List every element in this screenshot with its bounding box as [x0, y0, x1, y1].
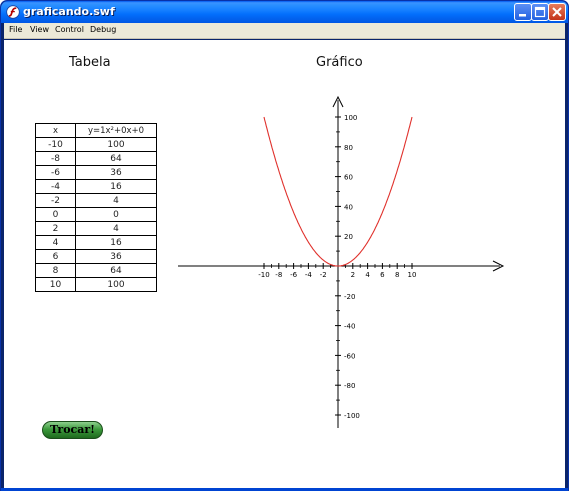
x-tick-label: -10	[258, 271, 269, 279]
x-tick-label: 2	[351, 271, 355, 279]
y-tick-label: -100	[344, 412, 360, 420]
x-tick-label: -2	[320, 271, 327, 279]
x-tick-label: 10	[408, 271, 417, 279]
y-tick-label: 60	[344, 174, 353, 182]
y-tick-label: -60	[344, 352, 355, 360]
y-tick-label: 20	[344, 233, 353, 241]
x-tick-label: -4	[305, 271, 313, 279]
x-tick-label: 8	[395, 271, 399, 279]
y-tick-label: 100	[344, 114, 357, 122]
y-tick-label: 80	[344, 144, 353, 152]
x-tick-label: -8	[275, 271, 282, 279]
y-tick-label: 40	[344, 203, 353, 211]
x-tick-label: -6	[290, 271, 298, 279]
y-tick-label: -20	[344, 293, 355, 301]
x-tick-label: 4	[365, 271, 370, 279]
function-graph: -10 -8 -6 -4 -2 2 4 6 8 10 100 80 60 40 20 -20 -40 -60 -80…	[178, 95, 505, 428]
y-tick-label: -40	[344, 323, 355, 331]
y-tick-label: -80	[344, 382, 355, 390]
x-tick-label: 6	[380, 271, 385, 279]
